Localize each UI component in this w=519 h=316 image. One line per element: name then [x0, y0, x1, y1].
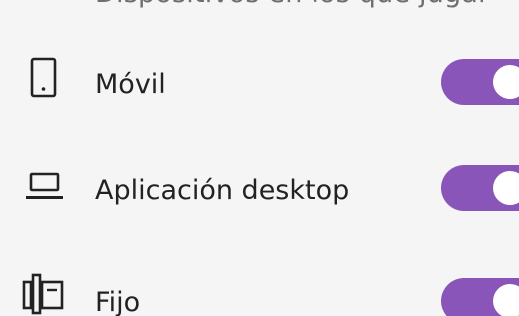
setting-label-desktop-app: Aplicación desktop — [95, 175, 350, 206]
terminal-icon — [22, 270, 72, 316]
toggle-knob — [493, 65, 519, 99]
desktop-app-toggle[interactable] — [441, 165, 519, 211]
device-settings-panel: Dispositivos en los que jugar Móvil Apli… — [0, 0, 519, 316]
setting-row-fixed: Fijo — [0, 266, 519, 316]
setting-row-desktop-app: Aplicación desktop — [0, 158, 519, 218]
setting-label-fixed: Fijo — [95, 287, 141, 316]
setting-row-mobile: Móvil — [0, 52, 519, 112]
mobile-toggle[interactable] — [441, 59, 519, 105]
fixed-toggle[interactable] — [441, 278, 519, 316]
laptop-icon — [22, 162, 72, 212]
phone-icon — [22, 56, 72, 106]
toggle-knob — [493, 171, 519, 205]
setting-label-mobile: Móvil — [95, 69, 166, 100]
toggle-knob — [493, 284, 519, 316]
section-description: Dispositivos en los que jugar — [95, 0, 489, 9]
